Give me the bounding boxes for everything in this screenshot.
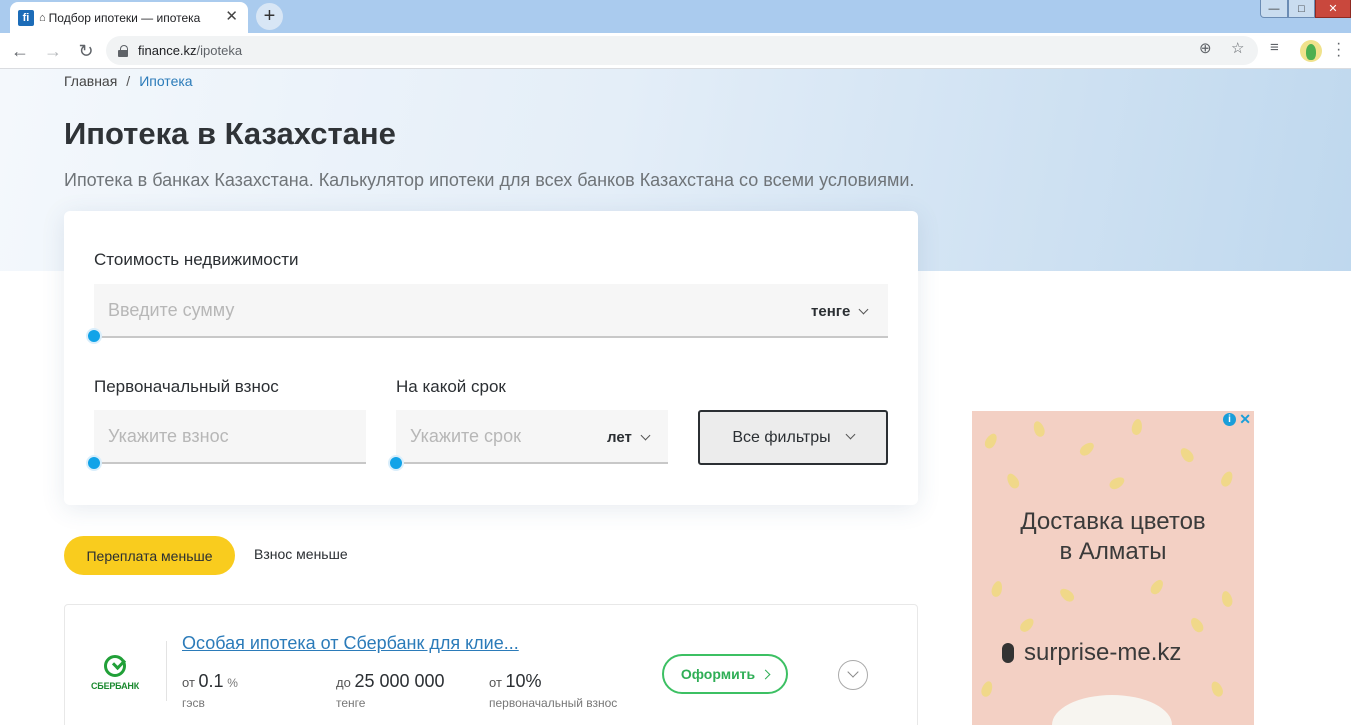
- address-bar: ← → ↻ finance.kz/ipoteka ⊕ ☆ ≡ · · ·: [0, 33, 1351, 69]
- browser-menu-icon[interactable]: · · ·: [1336, 36, 1341, 64]
- browser-tab-bar: fi ⌂ Подбор ипотеки — ипотека ✕ + — □ ✕: [0, 0, 1351, 33]
- reading-list-icon[interactable]: ≡: [1270, 39, 1279, 56]
- new-tab-button[interactable]: +: [256, 3, 283, 30]
- down-payment-slider-handle[interactable]: [86, 455, 102, 471]
- bank-name: СБЕРБАНК: [91, 681, 139, 691]
- zoom-plus-icon[interactable]: ⊕: [1199, 39, 1212, 57]
- divider: [166, 641, 167, 701]
- chevron-down-icon: [845, 429, 856, 440]
- page-title: Ипотека в Казахстане: [64, 116, 396, 151]
- rate-metric: от 0.1 % гэсв: [182, 671, 238, 710]
- maximize-window-button[interactable]: □: [1288, 0, 1315, 18]
- url-text: finance.kz/ipoteka: [138, 43, 243, 58]
- breadcrumb-separator: /: [126, 73, 131, 89]
- term-unit-select[interactable]: лет: [607, 429, 651, 446]
- chevron-down-icon: [640, 430, 651, 441]
- bookmark-star-icon[interactable]: ☆: [1231, 39, 1244, 57]
- price-input[interactable]: Введите сумму тенге: [94, 284, 888, 338]
- amount-metric: до 25 000 000 тенге: [336, 671, 445, 710]
- term-placeholder: Укажите срок: [410, 426, 521, 446]
- advertisement-banner[interactable]: i ✕ Доставка цветов в Алматы surprise-me…: [972, 411, 1254, 725]
- ad-close-icon[interactable]: ✕: [1239, 411, 1251, 428]
- home-icon: ⌂: [39, 11, 46, 24]
- site-favicon-icon: fi: [18, 9, 34, 26]
- price-label: Стоимость недвижимости: [94, 250, 299, 269]
- mortgage-calculator: Стоимость недвижимости Введите сумму тен…: [64, 211, 918, 505]
- down-payment-metric: от 10% первоначальный взнос: [489, 671, 618, 710]
- expand-offer-button[interactable]: [838, 660, 868, 690]
- breadcrumb-current-link[interactable]: Ипотека: [139, 73, 192, 89]
- all-filters-button[interactable]: Все фильтры: [698, 410, 888, 465]
- tab-title: Подбор ипотеки — ипотека: [48, 10, 201, 25]
- ad-domain: surprise-me.kz: [1002, 639, 1181, 667]
- down-payment-caption: первоначальный взнос: [489, 696, 618, 710]
- price-slider-handle[interactable]: [86, 328, 102, 344]
- back-arrow-icon[interactable]: ←: [8, 39, 32, 63]
- sort-payment-button[interactable]: Взнос меньше: [254, 546, 348, 562]
- down-payment-input[interactable]: Укажите взнос: [94, 410, 366, 464]
- ad-info-icon[interactable]: i: [1223, 413, 1236, 426]
- page-subtitle: Ипотека в банках Казахстана. Калькулятор…: [64, 170, 915, 190]
- flowers-image: [1052, 695, 1172, 725]
- term-label: На какой срок: [396, 377, 506, 396]
- amount-caption: тенге: [336, 696, 366, 710]
- lock-icon[interactable]: [118, 44, 128, 57]
- rate-caption: гэсв: [182, 696, 205, 710]
- sberbank-icon: [104, 655, 126, 677]
- minimize-window-button[interactable]: —: [1260, 0, 1288, 18]
- close-window-button[interactable]: ✕: [1315, 0, 1351, 18]
- term-slider-handle[interactable]: [388, 455, 404, 471]
- bank-logo: СБЕРБАНК: [89, 655, 141, 691]
- url-input[interactable]: finance.kz/ipoteka: [106, 36, 1258, 65]
- breadcrumb: Главная / Ипотека: [64, 73, 193, 89]
- chevron-right-icon: [760, 669, 771, 679]
- mouse-icon: [1002, 643, 1014, 663]
- breadcrumb-home-link[interactable]: Главная: [64, 73, 117, 89]
- browser-tab[interactable]: fi ⌂ Подбор ипотеки — ипотека ✕: [10, 2, 248, 33]
- close-tab-icon[interactable]: ✕: [225, 9, 238, 25]
- sort-overpayment-button[interactable]: Переплата меньше: [64, 536, 235, 575]
- down-payment-placeholder: Укажите взнос: [108, 426, 229, 446]
- chevron-down-icon: [858, 304, 869, 315]
- offer-card: СБЕРБАНК Особая ипотека от Сбербанк для …: [64, 604, 918, 725]
- reload-icon[interactable]: ↻: [74, 39, 98, 63]
- down-payment-label: Первоначальный взнос: [94, 377, 279, 396]
- term-input[interactable]: Укажите срок лет: [396, 410, 668, 464]
- price-placeholder: Введите сумму: [108, 300, 235, 320]
- currency-select[interactable]: тенге: [811, 303, 869, 320]
- offer-title-link[interactable]: Особая ипотека от Сбербанк для клие...: [182, 633, 519, 654]
- apply-button[interactable]: Оформить: [662, 654, 788, 694]
- ad-headline: Доставка цветов в Алматы: [1020, 508, 1206, 565]
- forward-arrow-icon[interactable]: →: [41, 39, 65, 63]
- profile-avatar[interactable]: [1300, 40, 1322, 62]
